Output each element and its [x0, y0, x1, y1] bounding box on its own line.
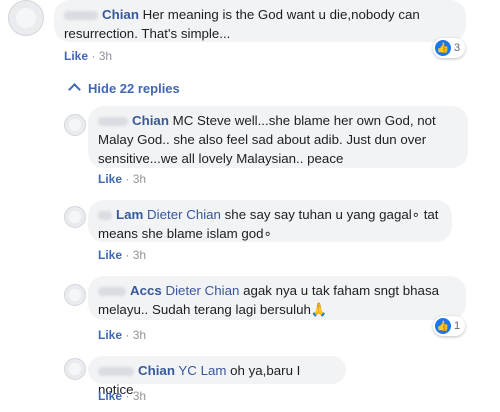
reply-meta: Like · 3h — [98, 172, 146, 186]
thumbs-up-icon: 👍 — [435, 40, 451, 56]
reply-avatar[interactable] — [64, 206, 86, 228]
comment-meta: Like · 3h — [64, 49, 112, 63]
reaction-badge[interactable]: 👍 3 — [433, 38, 466, 58]
hide-replies-label: Hide 22 replies — [88, 81, 180, 96]
reply-bubble: Chian MC Steve well...she blame her own … — [88, 106, 468, 168]
chevron-up-icon — [68, 83, 81, 96]
meta-separator: · — [125, 328, 130, 342]
blurred-name — [98, 210, 112, 220]
meta-separator: · — [91, 49, 96, 63]
meta-separator: · — [125, 172, 130, 186]
reply-bubble: Chian YC Lam oh ya,baru I notice — [88, 356, 346, 397]
reply-avatar[interactable] — [64, 284, 86, 306]
reply-meta: Like · 3h — [98, 248, 146, 262]
thumbs-up-icon: 👍 — [435, 318, 451, 334]
blurred-name — [98, 366, 134, 376]
like-link[interactable]: Like — [98, 389, 122, 403]
reply-author[interactable]: Chian — [138, 363, 175, 378]
like-link[interactable]: Like — [98, 172, 122, 186]
reply-meta: Like · 3h — [98, 389, 146, 403]
reply-meta: Like · 3h — [98, 328, 146, 342]
like-link[interactable]: Like — [64, 49, 88, 63]
meta-separator: · — [125, 248, 130, 262]
meta-separator: · — [125, 389, 130, 403]
hide-replies-toggle[interactable]: Hide 22 replies — [68, 81, 180, 96]
reply-avatar[interactable] — [64, 358, 86, 380]
reply-author[interactable]: Lam — [116, 207, 143, 222]
reaction-badge[interactable]: 👍 1 — [433, 316, 466, 336]
reply-time[interactable]: 3h — [133, 328, 146, 342]
like-link[interactable]: Like — [98, 328, 122, 342]
reaction-count: 1 — [454, 320, 461, 332]
reply-author[interactable]: Chian — [132, 113, 169, 128]
like-link[interactable]: Like — [98, 248, 122, 262]
blurred-name — [64, 10, 98, 20]
reply-time[interactable]: 3h — [133, 172, 146, 186]
reaction-count: 3 — [454, 42, 461, 54]
reply-time[interactable]: 3h — [133, 389, 146, 403]
blurred-name — [98, 286, 126, 296]
mention-tag[interactable]: YC Lam — [178, 363, 226, 378]
mention-tag[interactable]: Dieter Chian — [147, 207, 221, 222]
comment-time[interactable]: 3h — [99, 49, 112, 63]
comment-author[interactable]: Chian — [102, 7, 139, 22]
avatar[interactable] — [8, 0, 44, 36]
reply-bubble: Accs Dieter Chian agak nya u tak faham s… — [88, 276, 466, 320]
blurred-name — [98, 116, 128, 126]
comment-bubble: Chian Her meaning is the God want u die,… — [54, 0, 466, 42]
reply-avatar[interactable] — [64, 114, 86, 136]
reply-author[interactable]: Accs — [130, 283, 162, 298]
mention-tag[interactable]: Dieter Chian — [166, 283, 240, 298]
reply-time[interactable]: 3h — [133, 248, 146, 262]
reply-bubble: Lam Dieter Chian she say say tuhan u yan… — [88, 200, 452, 242]
